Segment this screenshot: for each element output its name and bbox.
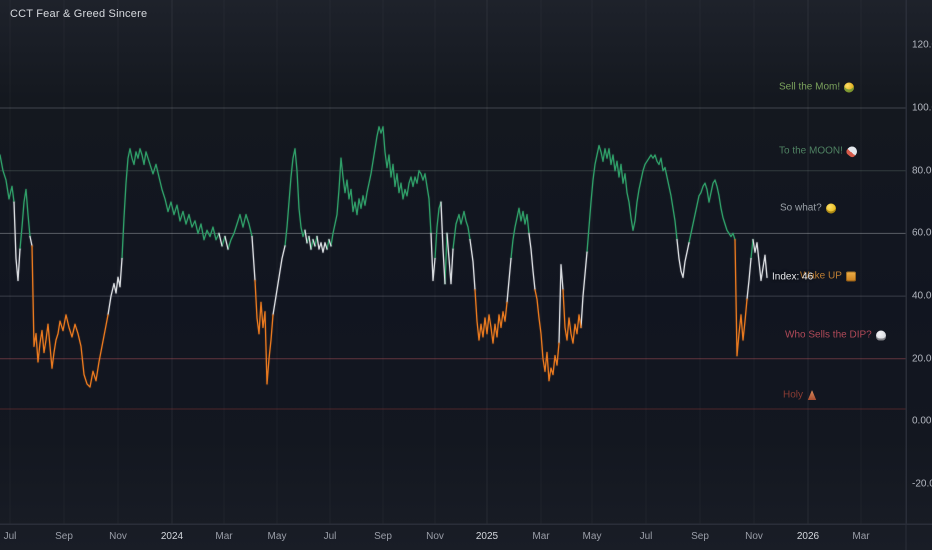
- level-label: Sell the Mom!: [779, 81, 855, 93]
- time-axis-label: Nov: [109, 531, 127, 542]
- price-axis-label: -20.00: [912, 478, 932, 490]
- price-axis-label: 100.00: [912, 102, 932, 114]
- level-label: Who Sells the DIP?: [785, 330, 886, 341]
- level-label: Holy: [783, 390, 817, 401]
- time-axis-label: 2025: [475, 531, 499, 542]
- level-label: To the MOON!: [779, 143, 859, 159]
- chart-plot-area[interactable]: Sell the Mom! To the MOON! So what? Wake UP…: [0, 0, 906, 524]
- skull-icon: [875, 330, 886, 340]
- price-axis-label: 120.00: [912, 39, 932, 51]
- rocket-icon: [844, 143, 859, 159]
- time-axis-label: Mar: [215, 531, 233, 542]
- time-axis-label: Sep: [374, 531, 392, 542]
- time-axis-label: Jul: [3, 531, 17, 542]
- time-axis-label: Mar: [532, 531, 550, 542]
- price-axis-label: 0.00: [912, 415, 932, 427]
- indicator-title[interactable]: CCT Fear & Greed Sincere: [10, 8, 147, 20]
- money-mouth-face-icon: [844, 82, 855, 92]
- level-label-text: So what?: [780, 202, 822, 214]
- time-axis-label: Sep: [691, 531, 709, 542]
- alarm-icon: [845, 271, 856, 281]
- price-axis-label: 20.00: [912, 353, 932, 365]
- time-axis[interactable]: Jul Sep Nov 2024 Mar May Jul Sep Nov 2025 Mar May Ju…: [0, 524, 932, 550]
- time-axis-label: May: [267, 531, 287, 542]
- time-axis-label: 2026: [796, 531, 820, 542]
- time-axis-label: Jul: [323, 531, 337, 542]
- time-axis-label: Nov: [426, 531, 444, 542]
- time-axis-label: Sep: [55, 531, 73, 542]
- time-axis-label: 2024: [160, 531, 184, 542]
- chart-window: Sell the Mom! To the MOON! So what? Wake UP…: [0, 0, 932, 550]
- time-axis-label: May: [582, 531, 602, 542]
- price-axis[interactable]: 120.00 100.00 80.00 60.00 40.00 20.00 0.00 -20.…: [906, 0, 932, 524]
- level-label: So what?: [780, 203, 836, 214]
- price-axis-label: 60.00: [912, 227, 932, 239]
- neutral-face-icon: [825, 203, 836, 213]
- last-value-label: Index: 46: [772, 271, 814, 283]
- time-axis-label: Jul: [639, 531, 653, 542]
- level-label-text: To the MOON!: [779, 145, 843, 157]
- price-axis-label: 80.00: [912, 165, 932, 177]
- price-axis-label: 40.00: [912, 290, 932, 302]
- pray-icon: [807, 390, 817, 400]
- level-label-text: Who Sells the DIP?: [785, 329, 872, 341]
- level-label-text: Holy: [783, 389, 804, 401]
- level-label-text: Sell the Mom!: [779, 81, 841, 93]
- time-axis-label: Nov: [745, 531, 763, 542]
- time-axis-label: Mar: [852, 531, 870, 542]
